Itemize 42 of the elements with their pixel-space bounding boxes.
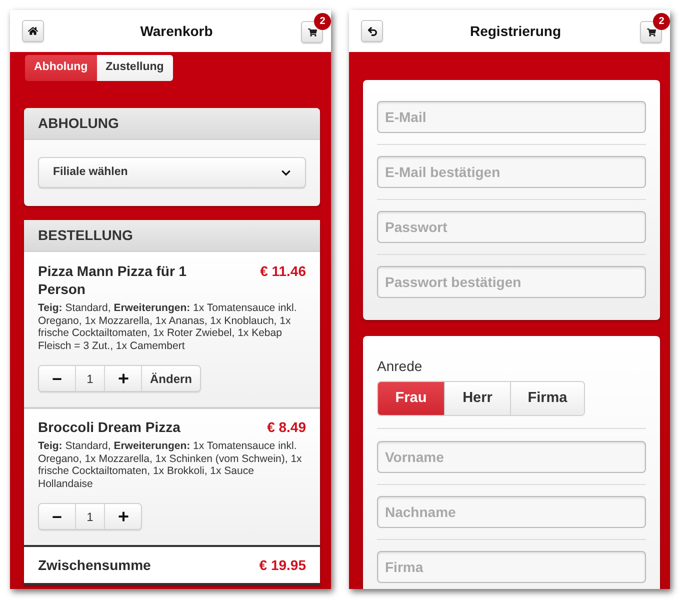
item-price: € 11.46: [260, 262, 306, 280]
salutation-option[interactable]: Herr: [444, 382, 510, 415]
home-icon: [28, 26, 38, 36]
cart-count-badge: 2: [653, 13, 670, 30]
tab[interactable]: Zustellung: [96, 55, 173, 81]
item-name: Pizza Mann Pizza für 1 Person: [38, 262, 188, 298]
cart-count-badge: 2: [314, 13, 331, 30]
increase-button[interactable]: [104, 366, 141, 391]
quantity-value: 1: [75, 504, 104, 529]
card-header: ABHOLUNG: [24, 108, 320, 140]
text-input-field[interactable]: Passwort bestätigen: [377, 266, 646, 298]
tab[interactable]: Abholung: [25, 55, 97, 81]
salutation-label: Anrede: [377, 357, 422, 375]
chevron-down-icon: [281, 168, 291, 178]
quantity-value: 1: [75, 366, 104, 391]
edit-button[interactable]: Ändern: [141, 366, 200, 391]
screen-title: Warenkorb: [139, 22, 214, 40]
text-input-field[interactable]: E-Mail: [377, 101, 646, 133]
increase-button[interactable]: [104, 504, 141, 529]
text-input-field[interactable]: Firma: [377, 551, 646, 583]
back-arrow-icon: [366, 26, 378, 36]
text-input-field[interactable]: Vorname: [377, 441, 646, 473]
salutation-option[interactable]: Frau: [378, 382, 444, 415]
cart-icon: [646, 28, 656, 36]
plus-icon: [118, 511, 128, 522]
subtotal-label: Zwischensumme: [38, 556, 151, 574]
text-input-field[interactable]: Nachname: [377, 496, 646, 528]
text-input-field[interactable]: Passwort: [377, 211, 646, 243]
text-input-field[interactable]: E-Mail bestätigen: [377, 156, 646, 188]
card-header: BESTELLUNG: [24, 220, 320, 252]
cart-icon: [308, 28, 316, 36]
home-button[interactable]: [22, 20, 44, 42]
screen-title: Registrierung: [468, 22, 562, 41]
item-price: € 8.49: [267, 418, 306, 436]
salutation-option[interactable]: Firma: [510, 382, 584, 415]
branch-dropdown[interactable]: Filiale wählen: [38, 157, 306, 188]
item-name: Broccoli Dream Pizza: [38, 418, 180, 436]
item-details: Teig: Standard, Erweiterungen: 1x Tomatensauce inkl. Oregano, 1x Mozzarella, 1x Schinken (vom Schwein), 1x frische Cocktailtomaten, 1x Brokkoli, 1x Sauce Hollandaise: [38, 440, 303, 490]
item-details: Teig: Standard, Erweiterungen: 1x Tomatensauce inkl. Oregano, 1x Mozzarella, 1x Ananas, 1x Knoblauch, 1x frische Cocktailtomaten, 1x Roter Zwiebel, 1x Kebap Fleisch = 3 Zut., 1x Camembert: [38, 302, 298, 352]
back-button[interactable]: [361, 20, 383, 42]
subtotal-value: € 19.95: [259, 556, 306, 574]
plus-icon: [118, 373, 128, 384]
